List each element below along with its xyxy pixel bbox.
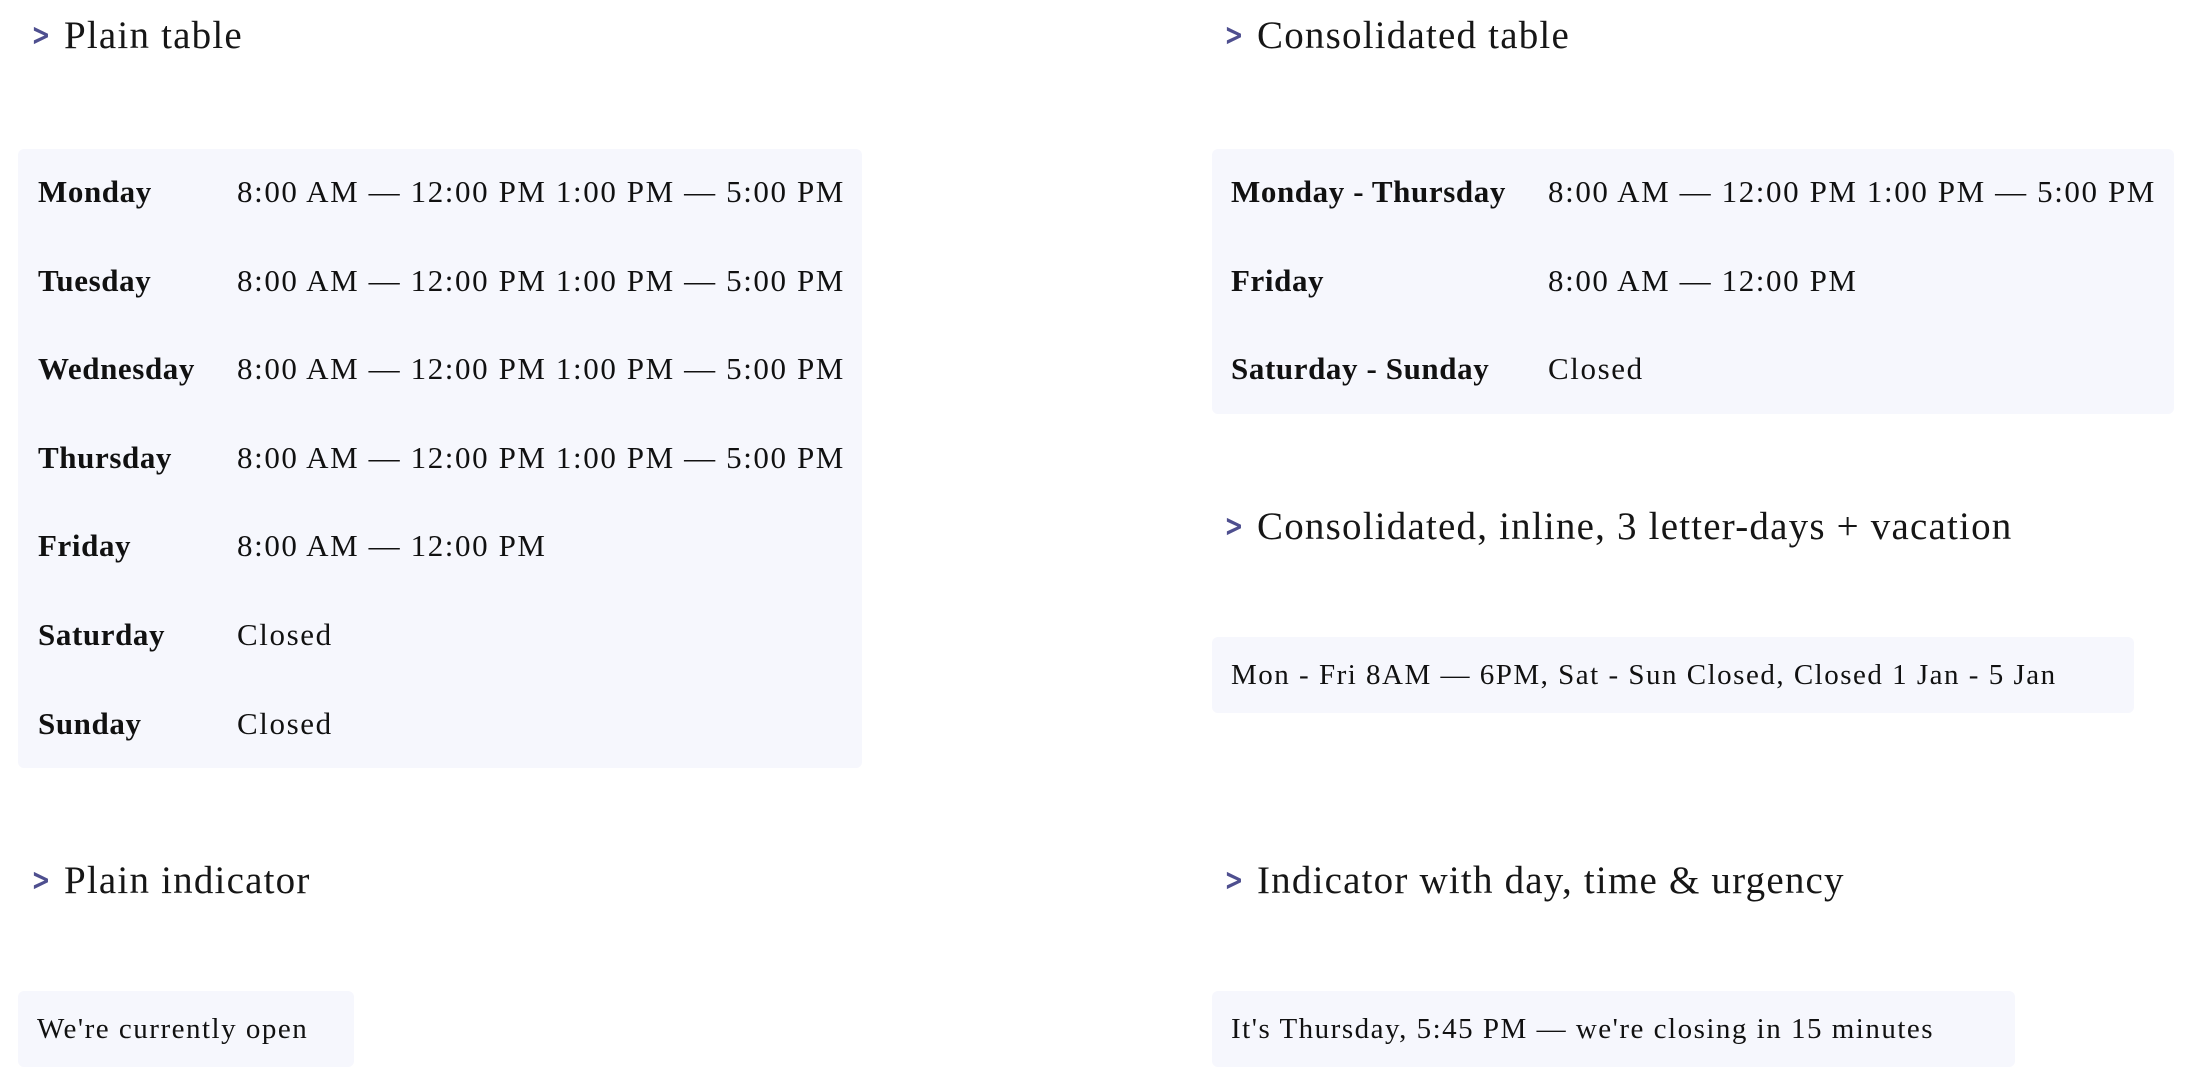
day-label: Tuesday [38, 262, 152, 298]
table-row: Monday - Thursday 8:00 AM — 12:00 PM 1:00… [1212, 172, 2174, 212]
hours-value: Closed [1548, 351, 1644, 387]
consolidated-table-box: Monday - Thursday 8:00 AM — 12:00 PM 1:00… [1212, 149, 2174, 414]
indicator-urgency-heading[interactable]: > Indicator with day, time & urgency [1213, 855, 1845, 905]
hours-value: 8:00 AM — 12:00 PM [1548, 262, 1858, 298]
table-row: Saturday Closed [18, 615, 862, 655]
consolidated-inline-text: Mon - Fri 8AM — 6PM, Sat - Sun Closed, C… [1231, 658, 2057, 691]
table-row: Monday 8:00 AM — 12:00 PM 1:00 PM — 5:00 … [18, 172, 862, 212]
consolidated-inline-title: Consolidated, inline, 3 letter-days + va… [1257, 504, 2013, 548]
table-row: Wednesday 8:00 AM — 12:00 PM 1:00 PM — 5:… [18, 349, 862, 389]
indicator-urgency-box: It's Thursday, 5:45 PM — we're closing i… [1212, 991, 2015, 1067]
plain-indicator-heading[interactable]: > Plain indicator [20, 855, 311, 905]
table-row: Friday 8:00 AM — 12:00 PM [18, 526, 862, 566]
day-label: Saturday - Sunday [1231, 351, 1490, 387]
table-row: Saturday - Sunday Closed [1212, 349, 2174, 389]
day-label: Friday [1231, 262, 1325, 298]
hours-value: Closed [237, 705, 333, 741]
day-label: Saturday [38, 617, 166, 652]
table-row: Sunday Closed [18, 704, 862, 744]
plain-indicator-text: We're currently open [37, 1012, 309, 1045]
day-label: Wednesday [38, 351, 195, 387]
chevron-right-icon: > [1224, 862, 1245, 898]
chevron-right-icon: > [31, 17, 52, 53]
consolidated-table-title: Consolidated table [1257, 13, 1570, 57]
indicator-urgency-title: Indicator with day, time & urgency [1257, 858, 1845, 902]
hours-value: 8:00 AM — 12:00 PM 1:00 PM — 5:00 PM [1548, 174, 2156, 209]
hours-value: 8:00 AM — 12:00 PM 1:00 PM — 5:00 PM [237, 351, 845, 387]
plain-indicator-title: Plain indicator [64, 858, 311, 902]
hours-value: Closed [237, 617, 333, 652]
plain-table-heading[interactable]: > Plain table [20, 10, 243, 60]
day-label: Friday [38, 528, 132, 564]
plain-table-title: Plain table [64, 13, 243, 57]
indicator-urgency-text: It's Thursday, 5:45 PM — we're closing i… [1231, 1012, 1935, 1045]
hours-value: 8:00 AM — 12:00 PM 1:00 PM — 5:00 PM [237, 262, 845, 298]
table-row: Friday 8:00 AM — 12:00 PM [1212, 261, 2174, 301]
plain-table-box: Monday 8:00 AM — 12:00 PM 1:00 PM — 5:00 … [18, 149, 862, 768]
hours-value: 8:00 AM — 12:00 PM 1:00 PM — 5:00 PM [237, 439, 845, 475]
consolidated-inline-box: Mon - Fri 8AM — 6PM, Sat - Sun Closed, C… [1212, 637, 2134, 713]
consolidated-table-heading[interactable]: > Consolidated table [1213, 10, 1570, 60]
consolidated-inline-heading[interactable]: > Consolidated, inline, 3 letter-days + … [1213, 501, 2013, 551]
day-label: Thursday [38, 439, 173, 475]
day-label: Monday [38, 174, 152, 209]
chevron-right-icon: > [1224, 17, 1245, 53]
table-row: Tuesday 8:00 AM — 12:00 PM 1:00 PM — 5:00… [18, 261, 862, 301]
day-label: Monday - Thursday [1231, 174, 1506, 209]
chevron-right-icon: > [1224, 508, 1245, 544]
table-row: Thursday 8:00 AM — 12:00 PM 1:00 PM — 5:0… [18, 438, 862, 478]
plain-indicator-box: We're currently open [18, 991, 354, 1067]
hours-value: 8:00 AM — 12:00 PM 1:00 PM — 5:00 PM [237, 174, 845, 209]
chevron-right-icon: > [31, 862, 52, 898]
hours-value: 8:00 AM — 12:00 PM [237, 528, 547, 564]
day-label: Sunday [38, 705, 142, 741]
